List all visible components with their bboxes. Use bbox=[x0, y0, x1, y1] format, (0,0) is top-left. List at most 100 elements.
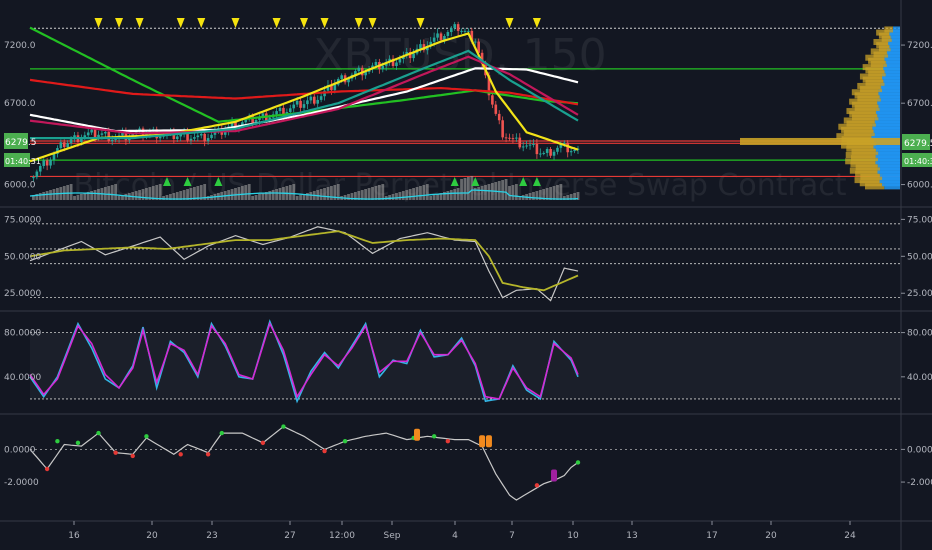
candle-body[interactable] bbox=[381, 65, 385, 70]
candle-body[interactable] bbox=[175, 136, 179, 139]
time-axis-label: 24 bbox=[844, 531, 856, 541]
candle-body[interactable] bbox=[518, 137, 522, 148]
oscillator-cross-down-dot bbox=[260, 440, 266, 446]
oscillator-highlight-marker bbox=[479, 435, 486, 448]
candle-body[interactable] bbox=[539, 153, 542, 155]
volume-bar bbox=[306, 193, 309, 200]
candle-body[interactable] bbox=[398, 59, 402, 63]
stochastic-axis-tick-label: 40.0000 bbox=[907, 373, 932, 383]
candle-body[interactable] bbox=[104, 132, 107, 134]
oscillator-cross-up-dot bbox=[144, 434, 149, 439]
volume-bar bbox=[158, 184, 162, 200]
volume-bar bbox=[49, 190, 52, 200]
candle-body[interactable] bbox=[542, 152, 546, 154]
candle-body[interactable] bbox=[573, 149, 576, 152]
candle-body[interactable] bbox=[439, 33, 443, 40]
candle-body[interactable] bbox=[449, 28, 453, 33]
candle-body[interactable] bbox=[446, 32, 450, 36]
candle-body[interactable] bbox=[569, 151, 573, 153]
candle-body[interactable] bbox=[278, 107, 282, 112]
candle-body[interactable] bbox=[199, 133, 203, 136]
candle-body[interactable] bbox=[49, 159, 52, 166]
candle-body[interactable] bbox=[45, 160, 49, 166]
candle-body[interactable] bbox=[210, 134, 213, 139]
candle-body[interactable] bbox=[374, 62, 378, 66]
candle-body[interactable] bbox=[473, 41, 477, 43]
candle-body[interactable] bbox=[93, 129, 97, 138]
candle-body[interactable] bbox=[206, 138, 210, 142]
candle-body[interactable] bbox=[501, 120, 504, 138]
volume-bar bbox=[69, 184, 73, 200]
candle-body[interactable] bbox=[333, 84, 337, 91]
candle-body[interactable] bbox=[302, 104, 306, 108]
candle-body[interactable] bbox=[460, 30, 463, 32]
candle-body[interactable] bbox=[38, 165, 42, 172]
candle-body[interactable] bbox=[535, 143, 539, 155]
volume-bar bbox=[501, 180, 505, 200]
volume-bar bbox=[449, 190, 453, 200]
candle-body[interactable] bbox=[521, 146, 525, 148]
candle-body[interactable] bbox=[556, 147, 559, 152]
candle-body[interactable] bbox=[515, 137, 518, 139]
candle-body[interactable] bbox=[62, 142, 66, 148]
candle-body[interactable] bbox=[436, 33, 439, 38]
candle-body[interactable] bbox=[295, 100, 299, 105]
candle-body[interactable] bbox=[432, 37, 436, 42]
candle-body[interactable] bbox=[494, 104, 498, 114]
volume-bar bbox=[552, 186, 556, 200]
candle-body[interactable] bbox=[69, 139, 73, 144]
candle-body[interactable] bbox=[491, 95, 494, 105]
candle-body[interactable] bbox=[66, 143, 69, 148]
price-axis-tick-label-left: 7200.0 bbox=[4, 41, 36, 51]
candle-body[interactable] bbox=[511, 138, 515, 140]
oscillator-highlight-marker bbox=[414, 428, 421, 441]
candle-body[interactable] bbox=[299, 100, 302, 108]
candle-body[interactable] bbox=[309, 96, 313, 101]
candle-body[interactable] bbox=[357, 67, 361, 72]
candle-body[interactable] bbox=[412, 53, 415, 59]
price-axis-tick-label-left: 6700.0 bbox=[4, 99, 36, 109]
volume-bar bbox=[470, 176, 474, 200]
candle-body[interactable] bbox=[306, 100, 309, 105]
candle-body[interactable] bbox=[497, 113, 501, 121]
candle-body[interactable] bbox=[316, 99, 319, 104]
candle-body[interactable] bbox=[42, 160, 45, 166]
candle-body[interactable] bbox=[189, 138, 193, 141]
candle-body[interactable] bbox=[545, 148, 549, 153]
candle-body[interactable] bbox=[463, 30, 467, 32]
candle-body[interactable] bbox=[35, 171, 39, 178]
candle-body[interactable] bbox=[203, 133, 206, 142]
candle-body[interactable] bbox=[59, 142, 63, 149]
candle-body[interactable] bbox=[312, 96, 316, 104]
candle-body[interactable] bbox=[110, 139, 114, 142]
candle-body[interactable] bbox=[292, 104, 296, 109]
candle-body[interactable] bbox=[532, 143, 535, 145]
candle-body[interactable] bbox=[158, 136, 162, 139]
candle-body[interactable] bbox=[196, 135, 200, 138]
candle-body[interactable] bbox=[319, 96, 323, 100]
candle-body[interactable] bbox=[456, 24, 460, 31]
candle-body[interactable] bbox=[528, 144, 532, 146]
volume-bar bbox=[42, 192, 46, 200]
candle-body[interactable] bbox=[193, 137, 196, 139]
candle-body[interactable] bbox=[549, 148, 552, 156]
candle-body[interactable] bbox=[100, 133, 104, 135]
stochastic-pane[interactable]: 80.0000 80.0000 40.0000 40.0000 bbox=[4, 319, 932, 404]
candle-body[interactable] bbox=[275, 111, 278, 115]
time-axis-label: 17 bbox=[706, 531, 717, 541]
candle-body[interactable] bbox=[90, 129, 93, 133]
candle-body[interactable] bbox=[32, 177, 35, 179]
candle-body[interactable] bbox=[467, 30, 470, 32]
candle-body[interactable] bbox=[340, 75, 343, 80]
candle-body[interactable] bbox=[552, 151, 556, 156]
candle-body[interactable] bbox=[508, 137, 511, 139]
candle-body[interactable] bbox=[86, 132, 90, 136]
candle-body[interactable] bbox=[289, 108, 292, 113]
candle-body[interactable] bbox=[525, 145, 528, 147]
volume-bar bbox=[295, 196, 299, 200]
candle-body[interactable] bbox=[504, 137, 508, 139]
candle-body[interactable] bbox=[453, 24, 456, 29]
candle-body[interactable] bbox=[52, 153, 56, 160]
candle-body[interactable] bbox=[395, 62, 398, 66]
oscillator-cross-up-dot bbox=[75, 440, 81, 446]
